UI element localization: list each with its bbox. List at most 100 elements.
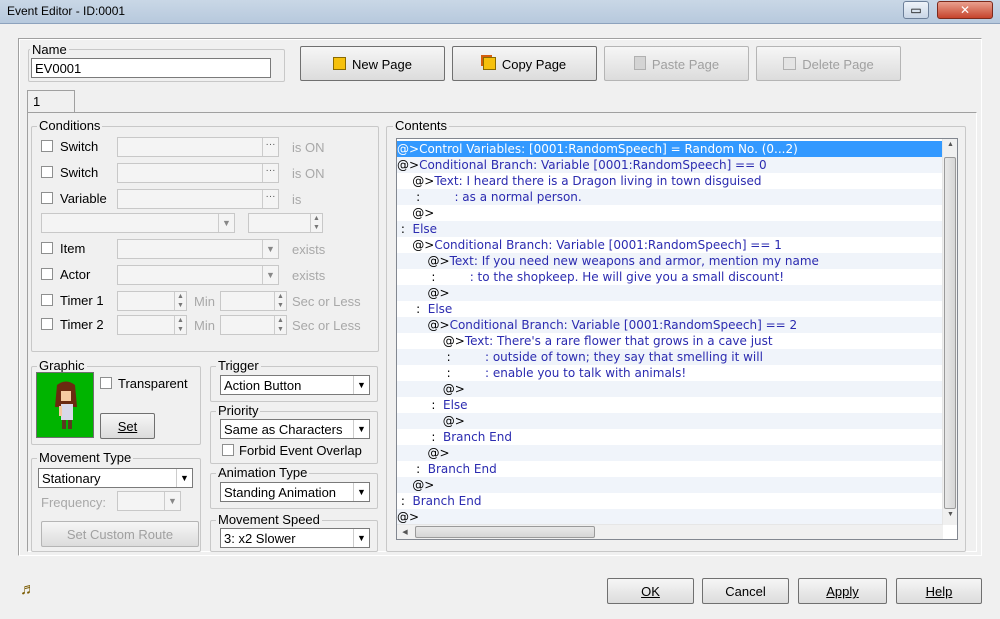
paste-page-button[interactable]: Paste Page	[604, 46, 749, 81]
command-line[interactable]: @>Conditional Branch: Variable [0001:Ran…	[397, 237, 943, 253]
switch2-selector[interactable]: ···	[117, 163, 279, 183]
command-line[interactable]: @>Control Variables: [0001:RandomSpeech]…	[397, 141, 943, 157]
command-line[interactable]: : : outside of town; they say that smell…	[397, 349, 943, 365]
command-indent-marker: :	[397, 350, 485, 364]
variable-operator-select[interactable]: ▼	[41, 213, 235, 233]
switch1-selector[interactable]: ···	[117, 137, 279, 157]
timer1-min-stepper[interactable]: ▲ ▼	[117, 291, 187, 311]
command-line[interactable]: @>	[397, 285, 943, 301]
command-indent-marker: @>	[397, 382, 465, 396]
transparent-checkbox[interactable]	[100, 377, 112, 389]
tab-page-1[interactable]: 1	[27, 90, 75, 113]
command-line[interactable]: @>	[397, 381, 943, 397]
scroll-up-icon[interactable]: ▲	[944, 141, 957, 153]
animation-type-select[interactable]: Standing Animation ▼	[220, 482, 370, 502]
switch1-checkbox[interactable]	[41, 140, 53, 152]
music-note-icon[interactable]: ♬	[20, 581, 36, 599]
horizontal-scroll-thumb[interactable]	[415, 526, 595, 538]
stepper-arrows-icon[interactable]: ▲ ▼	[310, 214, 322, 232]
command-line[interactable]: : : as a normal person.	[397, 189, 943, 205]
vertical-scroll-thumb[interactable]	[944, 157, 956, 509]
movement-speed-select[interactable]: 3: x2 Slower ▼	[220, 528, 370, 548]
command-indent-marker: @>	[397, 238, 435, 252]
delete-page-button[interactable]: Delete Page	[756, 46, 901, 81]
priority-select[interactable]: Same as Characters ▼	[220, 419, 370, 439]
command-line[interactable]: : Else	[397, 301, 943, 317]
command-line[interactable]: @>	[397, 205, 943, 221]
stepper-arrows-icon[interactable]: ▲ ▼	[274, 292, 286, 310]
graphic-preview[interactable]	[36, 372, 94, 438]
horizontal-scrollbar[interactable]: ◀	[397, 524, 943, 539]
command-indent-marker: @>	[397, 286, 450, 300]
timer2-checkbox[interactable]	[41, 318, 53, 330]
animation-type-title: Animation Type	[216, 465, 310, 480]
command-line[interactable]: : Else	[397, 397, 943, 413]
restore-button[interactable]: ▭	[903, 1, 929, 19]
command-line[interactable]: @>Conditional Branch: Variable [0001:Ran…	[397, 317, 943, 333]
priority-value: Same as Characters	[224, 422, 343, 437]
switch1-browse-icon[interactable]: ···	[262, 138, 278, 156]
switch2-checkbox[interactable]	[41, 166, 53, 178]
actor-checkbox[interactable]	[41, 268, 53, 280]
item-select[interactable]: ▼	[117, 239, 279, 259]
command-line[interactable]: @>Text: If you need new weapons and armo…	[397, 253, 943, 269]
movement-speed-title: Movement Speed	[216, 512, 322, 527]
command-line[interactable]: : Branch End	[397, 429, 943, 445]
timer2-sec-stepper[interactable]: ▲ ▼	[220, 315, 287, 335]
trigger-select[interactable]: Action Button ▼	[220, 375, 370, 395]
command-line[interactable]: @>	[397, 445, 943, 461]
chevron-down-icon: ▼	[164, 492, 180, 510]
switch1-label: Switch	[60, 139, 99, 154]
copy-page-button[interactable]: Copy Page	[452, 46, 597, 81]
command-line[interactable]: : Else	[397, 221, 943, 237]
item-checkbox[interactable]	[41, 242, 53, 254]
timer1-sec-stepper[interactable]: ▲ ▼	[220, 291, 287, 311]
title-bar[interactable]: Event Editor - ID:0001 ▭ ✕	[0, 0, 1000, 24]
command-line[interactable]: @>	[397, 477, 943, 493]
command-text: Branch End	[427, 462, 497, 476]
variable-selector[interactable]: ···	[117, 189, 279, 209]
command-line[interactable]: @>Text: I heard there is a Dragon living…	[397, 173, 943, 189]
actor-select[interactable]: ▼	[117, 265, 279, 285]
stepper-arrows-icon[interactable]: ▲ ▼	[174, 316, 186, 334]
chevron-down-icon: ▼	[262, 266, 278, 284]
command-line[interactable]: @>Conditional Branch: Variable [0001:Ran…	[397, 157, 943, 173]
new-page-button[interactable]: New Page	[300, 46, 445, 81]
stepper-arrows-icon[interactable]: ▲ ▼	[174, 292, 186, 310]
variable-value-stepper[interactable]: ▲ ▼	[248, 213, 323, 233]
command-indent-marker: :	[397, 398, 444, 412]
event-command-list[interactable]: @>Control Variables: [0001:RandomSpeech]…	[396, 138, 958, 540]
scroll-left-icon[interactable]: ◀	[399, 526, 411, 539]
name-input[interactable]: EV0001	[31, 58, 271, 78]
command-line[interactable]: : Branch End	[397, 493, 943, 509]
item-suffix: exists	[292, 242, 326, 257]
scroll-down-icon[interactable]: ▼	[944, 511, 957, 523]
ok-button[interactable]: OK	[607, 578, 694, 604]
frequency-select[interactable]: ▼	[117, 491, 181, 511]
apply-button[interactable]: Apply	[798, 578, 887, 604]
variable-browse-icon[interactable]: ···	[262, 190, 278, 208]
set-graphic-button[interactable]: Set	[100, 413, 155, 439]
command-line[interactable]: @>	[397, 413, 943, 429]
vertical-scrollbar[interactable]: ▲ ▼	[942, 139, 957, 525]
command-line[interactable]: : Branch End	[397, 461, 943, 477]
cancel-button[interactable]: Cancel	[702, 578, 789, 604]
command-line[interactable]: @>Text: There's a rare flower that grows…	[397, 333, 943, 349]
command-line[interactable]: @>	[397, 509, 943, 525]
stepper-arrows-icon[interactable]: ▲ ▼	[274, 316, 286, 334]
command-line[interactable]: : : enable you to talk with animals!	[397, 365, 943, 381]
command-indent-marker: @>	[397, 446, 450, 460]
command-line[interactable]: : : to the shopkeep. He will give you a …	[397, 269, 943, 285]
command-indent-marker: @>	[397, 510, 420, 524]
close-button[interactable]: ✕	[937, 1, 993, 19]
variable-checkbox[interactable]	[41, 192, 53, 204]
movement-type-select[interactable]: Stationary ▼	[38, 468, 193, 488]
switch2-browse-icon[interactable]: ···	[262, 164, 278, 182]
command-text: Text: I heard there is a Dragon living i…	[434, 174, 762, 188]
set-custom-route-button[interactable]: Set Custom Route	[41, 521, 199, 547]
help-button[interactable]: Help	[896, 578, 982, 604]
timer1-checkbox[interactable]	[41, 294, 53, 306]
graphic-title: Graphic	[37, 358, 87, 373]
timer2-min-stepper[interactable]: ▲ ▼	[117, 315, 187, 335]
forbid-overlap-checkbox[interactable]	[222, 444, 234, 456]
